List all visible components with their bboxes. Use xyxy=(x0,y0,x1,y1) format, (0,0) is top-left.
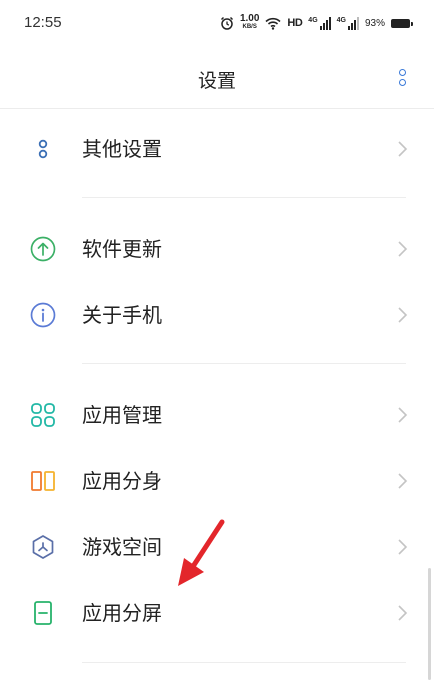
net-speed-value: 1.00 xyxy=(239,13,260,24)
battery-icon xyxy=(391,18,413,28)
divider xyxy=(82,662,406,663)
settings-item-label: 关于手机 xyxy=(82,303,162,327)
chevron-right-icon xyxy=(398,307,408,323)
app-header: 设置 xyxy=(0,46,434,109)
chevron-right-icon xyxy=(398,407,408,423)
network-type-2: 4G xyxy=(336,16,346,24)
more-dots-icon xyxy=(30,136,56,162)
alarm-icon xyxy=(220,16,233,30)
split-screen-icon xyxy=(30,600,56,626)
dual-apps-icon xyxy=(30,468,56,494)
more-vertical-icon xyxy=(398,68,406,76)
page-title: 设置 xyxy=(197,70,236,92)
status-time: 12:55 xyxy=(24,14,62,31)
divider xyxy=(82,363,406,364)
status-bar: 12:55 1.00 KB/S HD 4G 4G 93% xyxy=(0,0,434,46)
net-speed: 1.00 KB/S xyxy=(239,13,260,31)
scrollbar[interactable] xyxy=(428,568,431,680)
settings-item-app-management[interactable]: 应用管理 xyxy=(0,382,434,448)
chevron-right-icon xyxy=(398,539,408,555)
settings-item-label: 应用管理 xyxy=(82,403,162,427)
wifi-icon xyxy=(265,17,281,30)
settings-item-label: 软件更新 xyxy=(82,237,162,261)
network-type-1: 4G xyxy=(308,16,318,24)
settings-item-app-clone[interactable]: 应用分身 xyxy=(0,448,434,514)
info-icon xyxy=(30,302,56,328)
chevron-right-icon xyxy=(398,605,408,621)
chevron-right-icon xyxy=(398,473,408,489)
grid-apps-icon xyxy=(30,402,56,428)
chevron-right-icon xyxy=(398,241,408,257)
status-icons: 1.00 KB/S HD 4G 4G 93% xyxy=(220,13,413,33)
game-space-icon xyxy=(30,534,56,560)
settings-item-about-phone[interactable]: 关于手机 xyxy=(0,282,434,348)
more-options-button[interactable] xyxy=(390,64,414,90)
settings-item-label: 应用分身 xyxy=(82,469,162,493)
signal-icon: 4G xyxy=(308,16,331,30)
chevron-right-icon xyxy=(398,141,408,157)
settings-item-label: 游戏空间 xyxy=(82,535,162,559)
net-speed-unit: KB/S xyxy=(242,24,257,30)
settings-item-label: 其他设置 xyxy=(82,137,162,161)
settings-item-software-update[interactable]: 软件更新 xyxy=(0,216,434,282)
update-arrow-icon xyxy=(30,236,56,262)
battery-percent: 93% xyxy=(364,17,385,29)
red-arrow-icon xyxy=(178,519,225,586)
hd-badge: HD xyxy=(287,17,303,29)
settings-item-other[interactable]: 其他设置 xyxy=(0,116,434,182)
signal-icon-2: 4G xyxy=(336,16,359,30)
settings-item-label: 应用分屏 xyxy=(82,601,162,625)
divider xyxy=(82,197,406,198)
